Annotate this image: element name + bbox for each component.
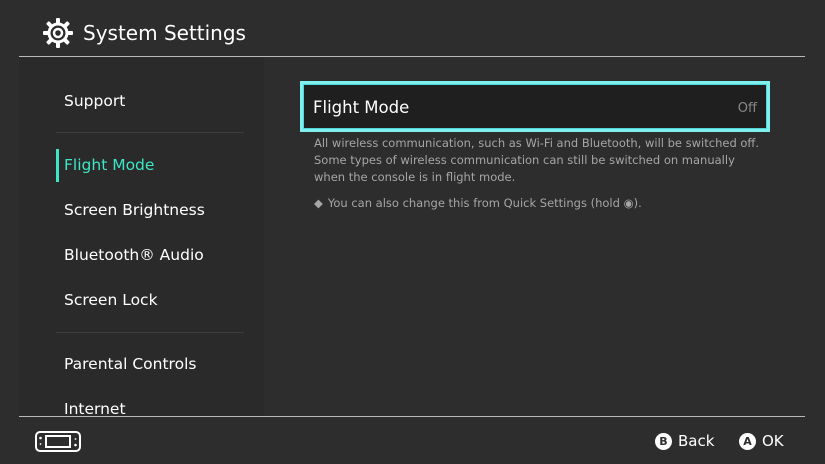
note-text: You can also change this from Quick Sett… (327, 196, 642, 210)
sidebar-divider (56, 332, 244, 333)
sidebar: Support Flight Mode Screen Brightness Bl… (19, 57, 264, 416)
ok-label: OK (762, 432, 784, 450)
setting-value: Off (737, 101, 757, 116)
sidebar-item-support[interactable]: Support (64, 91, 125, 111)
footer-divider (19, 416, 805, 417)
sidebar-item-screen-lock[interactable]: Screen Lock (64, 290, 158, 310)
active-indicator (56, 149, 59, 182)
console-icon (35, 431, 81, 452)
back-button[interactable]: B Back (655, 430, 714, 452)
bullet-icon: ◆ (314, 196, 323, 210)
sidebar-item-screen-brightness[interactable]: Screen Brightness (64, 200, 205, 220)
a-button-icon: A (739, 432, 756, 450)
b-button-icon: B (655, 432, 672, 450)
setting-label: Flight Mode (313, 98, 410, 117)
ok-button[interactable]: A OK (739, 430, 784, 452)
sidebar-item-flight-mode[interactable]: Flight Mode (64, 155, 154, 175)
sidebar-divider (56, 132, 244, 133)
sidebar-item-parental-controls[interactable]: Parental Controls (64, 354, 196, 374)
page-title: System Settings (83, 21, 246, 45)
setting-note: ◆ You can also change this from Quick Set… (314, 195, 642, 212)
gear-icon (43, 18, 73, 48)
sidebar-item-bluetooth-audio[interactable]: Bluetooth® Audio (64, 245, 204, 265)
header: System Settings (0, 0, 825, 57)
sidebar-item-internet[interactable]: Internet (64, 399, 126, 416)
flight-mode-setting[interactable]: Flight Mode Off (300, 81, 770, 132)
back-label: Back (678, 432, 715, 450)
setting-description: All wireless communication, such as Wi-F… (314, 136, 760, 184)
